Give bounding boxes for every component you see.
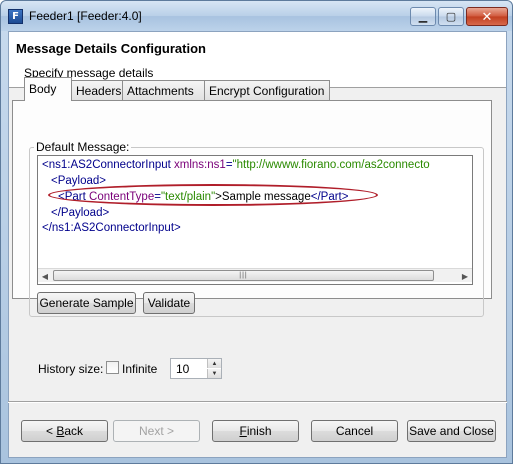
- infinite-checkbox[interactable]: [106, 361, 119, 374]
- maximize-button[interactable]: ▢: [438, 7, 464, 26]
- back-button-rest: ack: [64, 424, 84, 438]
- default-message-label: Default Message:: [34, 140, 132, 154]
- editor-horizontal-scrollbar[interactable]: ◀ ||| ▶: [38, 268, 472, 282]
- scroll-right-arrow-icon[interactable]: ▶: [458, 269, 472, 283]
- message-editor[interactable]: <ns1:AS2ConnectorInput xmlns:ns1="http:/…: [37, 155, 473, 285]
- back-button-mnemonic: B: [56, 424, 65, 438]
- spin-up-arrow-icon[interactable]: ▲: [207, 359, 221, 368]
- close-icon: ✕: [481, 8, 493, 24]
- window-title: Feeder1 [Feeder:4.0]: [29, 9, 142, 23]
- finish-button-rest: inish: [246, 424, 272, 438]
- save-and-close-button[interactable]: Save and Close: [407, 420, 496, 442]
- cancel-button[interactable]: Cancel: [311, 420, 398, 442]
- history-size-spinner[interactable]: 10 ▲ ▼: [170, 358, 222, 379]
- maximize-icon: ▢: [445, 11, 457, 23]
- xml-text: >Sample message: [215, 191, 311, 203]
- scroll-left-arrow-icon[interactable]: ◀: [38, 269, 52, 283]
- footer-separator: [8, 401, 507, 403]
- xml-tag: <ns1:AS2ConnectorInput: [42, 159, 175, 171]
- history-size-value: 10: [176, 362, 190, 376]
- back-button[interactable]: < Back: [21, 420, 108, 442]
- editor-line: </Payload>: [51, 207, 109, 219]
- feeder-dialog-window: F Feeder1 [Feeder:4.0] ▁ ▢ ✕ Message Det…: [0, 0, 513, 464]
- next-button[interactable]: Next >: [113, 420, 200, 442]
- finish-button-mnemonic: F: [239, 424, 247, 438]
- xml-attribute: ContentType: [89, 191, 155, 203]
- minimize-button[interactable]: ▁: [410, 7, 436, 26]
- back-button-prefix: <: [45, 424, 57, 438]
- validate-button[interactable]: Validate: [143, 292, 195, 314]
- editor-line: </ns1:AS2ConnectorInput>: [42, 222, 181, 234]
- xml-tag: <Part: [58, 191, 90, 203]
- xml-close-tag: </Part>: [310, 191, 349, 203]
- xml-tag: <Payload>: [51, 175, 106, 187]
- spin-down-arrow-icon[interactable]: ▼: [207, 369, 221, 378]
- generate-sample-button[interactable]: Generate Sample: [37, 292, 136, 314]
- tab-body[interactable]: Body: [24, 77, 72, 101]
- xml-equals: =: [154, 191, 161, 203]
- xml-value: "http://wwww.fiorano.com/as2connecto: [232, 159, 430, 171]
- title-bar[interactable]: F Feeder1 [Feeder:4.0] ▁ ▢ ✕: [1, 1, 512, 31]
- tab-attachments[interactable]: Attachments: [122, 80, 205, 100]
- xml-attribute: xmlns:ns1: [174, 159, 226, 171]
- xml-value: "text/plain": [160, 191, 216, 203]
- tab-encrypt-configuration[interactable]: Encrypt Configuration: [204, 80, 330, 100]
- minimize-icon: ▁: [418, 11, 428, 23]
- page-title: Message Details Configuration: [16, 41, 206, 56]
- xml-tag: </ns1:AS2ConnectorInput>: [42, 222, 181, 234]
- tab-headers[interactable]: Headers: [71, 80, 123, 100]
- close-button[interactable]: ✕: [466, 7, 508, 26]
- editor-line: <Part ContentType="text/plain">Sample me…: [58, 191, 348, 203]
- app-logo-icon: F: [8, 9, 23, 24]
- finish-button[interactable]: Finish: [212, 420, 299, 442]
- xml-equals: =: [225, 159, 233, 171]
- editor-line: <Payload>: [51, 175, 106, 187]
- infinite-checkbox-label[interactable]: Infinite: [122, 362, 157, 376]
- xml-tag: </Payload>: [51, 207, 110, 219]
- scroll-thumb[interactable]: |||: [53, 270, 434, 281]
- editor-line: <ns1:AS2ConnectorInput xmlns:ns1="http:/…: [42, 159, 430, 171]
- history-size-label: History size:: [38, 362, 104, 376]
